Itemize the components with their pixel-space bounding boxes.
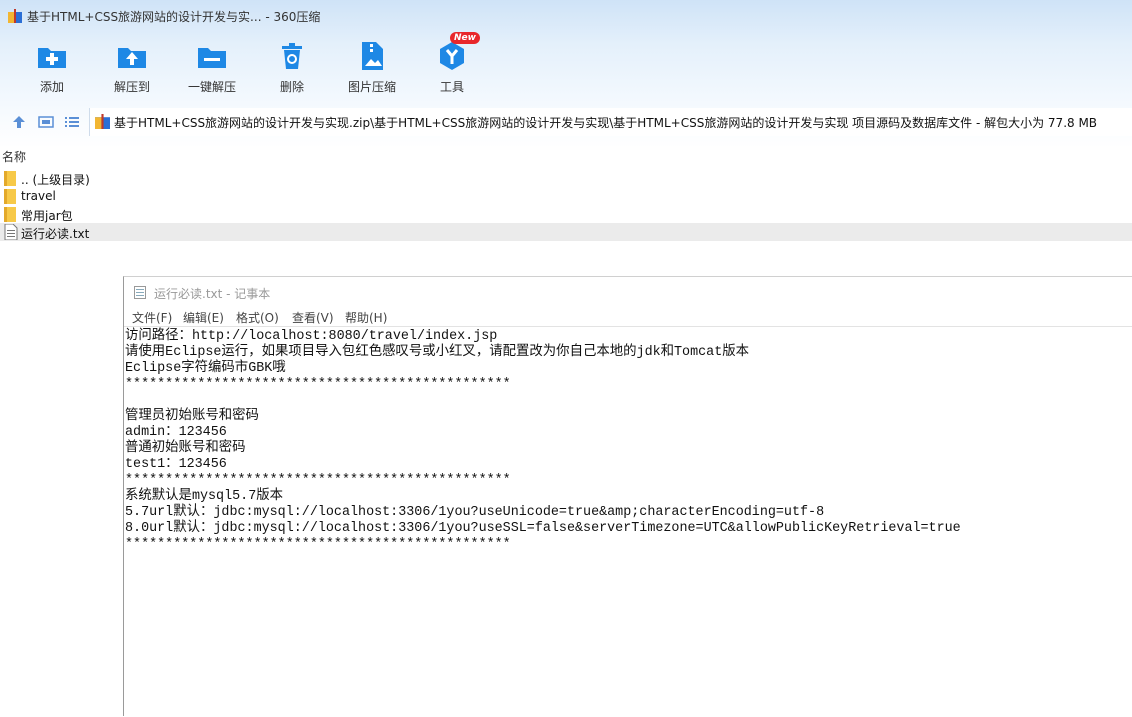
notepad-menu-bar: 文件(F) 编辑(E) 格式(O) 查看(V) 帮助(H) (124, 307, 1132, 327)
up-arrow-icon[interactable] (11, 114, 27, 130)
text-line: Eclipse字符编码市GBK哦 (125, 361, 286, 376)
text-line: ****************************************… (125, 473, 511, 488)
menu-format[interactable]: 格式(O) (236, 309, 279, 326)
list-item[interactable]: .. (上级目录) (0, 169, 1132, 187)
one-click-extract-button[interactable]: 一键解压 (172, 36, 252, 98)
extract-to-button[interactable]: 解压到 (92, 36, 172, 98)
tools-button[interactable]: New 工具 (412, 32, 492, 98)
new-badge: New (450, 32, 480, 44)
address-bar[interactable]: 基于HTML+CSS旅游网站的设计开发与实现.zip\基于HTML+CSS旅游网… (89, 108, 1132, 136)
text-file-icon (4, 224, 18, 240)
one-click-extract-icon (198, 48, 226, 68)
extract-to-label: 解压到 (113, 80, 150, 94)
tools-icon (440, 42, 464, 70)
add-folder-icon (38, 48, 66, 68)
file-name: .. (上级目录) (21, 173, 90, 187)
text-line: admin：123456 (125, 425, 227, 440)
text-line: 8.0url默认：jdbc:mysql://localhost:3306/1yo… (125, 521, 961, 536)
address-path: 基于HTML+CSS旅游网站的设计开发与实现.zip\基于HTML+CSS旅游网… (114, 116, 1098, 130)
file-list-header: 名称 (0, 148, 1132, 164)
text-line: ****************************************… (125, 537, 511, 552)
zip-app-icon (8, 9, 22, 23)
extract-to-icon (118, 48, 146, 68)
text-line: 访问路径：http://localhost:8080/travel/index.… (125, 329, 498, 344)
menu-help[interactable]: 帮助(H) (345, 309, 387, 326)
file-name: 运行必读.txt (21, 227, 90, 241)
notepad-text-area[interactable]: 访问路径：http://localhost:8080/travel/index.… (124, 326, 1132, 717)
navigation-bar: 基于HTML+CSS旅游网站的设计开发与实现.zip\基于HTML+CSS旅游网… (0, 108, 1132, 136)
column-name-header[interactable]: 名称 (2, 148, 26, 165)
add-button[interactable]: 添加 (12, 36, 92, 98)
file-list: .. (上级目录) travel 常用jar包 运行必读.txt (0, 169, 1132, 241)
main-toolbar: 添加 解压到 一键解压 删除 图片压缩 New 工具 (0, 32, 520, 98)
menu-view[interactable]: 查看(V) (292, 309, 334, 326)
list-item[interactable]: travel (0, 187, 1132, 205)
file-name: travel (21, 189, 56, 203)
trash-icon (282, 43, 302, 69)
text-line: 普通初始账号和密码 (125, 441, 246, 456)
folder-icon (4, 207, 16, 222)
notepad-title-bar[interactable]: 运行必读.txt - 记事本 (124, 277, 1132, 307)
add-label: 添加 (39, 80, 64, 94)
tools-label: 工具 (439, 80, 464, 94)
notepad-window: 运行必读.txt - 记事本 文件(F) 编辑(E) 格式(O) 查看(V) 帮… (123, 276, 1132, 717)
delete-button[interactable]: 删除 (252, 36, 332, 98)
thumbnail-view-icon[interactable] (38, 114, 54, 130)
text-line: 管理员初始账号和密码 (125, 409, 259, 424)
text-line: 请使用Eclipse运行，如果项目导入包红色感叹号或小红叉，请配置改为你自己本地… (125, 345, 750, 360)
list-item[interactable]: 常用jar包 (0, 205, 1132, 223)
list-view-icon[interactable] (64, 114, 80, 130)
delete-label: 删除 (279, 80, 304, 94)
image-compress-icon (362, 42, 383, 70)
notepad-icon (134, 286, 146, 299)
notepad-title: 运行必读.txt - 记事本 (154, 287, 271, 301)
zip-archive-icon (95, 114, 110, 129)
window-title: 基于HTML+CSS旅游网站的设计开发与实... - 360压缩 (27, 10, 321, 24)
folder-icon (4, 171, 16, 186)
text-line: test1：123456 (125, 457, 227, 472)
text-line: 系统默认是mysql5.7版本 (125, 489, 284, 504)
list-item[interactable]: 运行必读.txt (0, 223, 1132, 241)
menu-file[interactable]: 文件(F) (132, 309, 172, 326)
file-name: 常用jar包 (21, 209, 73, 223)
one-click-extract-label: 一键解压 (187, 80, 236, 94)
text-line: ****************************************… (125, 377, 511, 392)
title-bar[interactable]: 基于HTML+CSS旅游网站的设计开发与实... - 360压缩 (0, 0, 1132, 32)
menu-edit[interactable]: 编辑(E) (183, 309, 224, 326)
folder-icon (4, 189, 16, 204)
image-compress-button[interactable]: 图片压缩 (332, 36, 412, 98)
image-compress-label: 图片压缩 (347, 80, 396, 94)
text-line: 5.7url默认：jdbc:mysql://localhost:3306/1yo… (125, 505, 825, 520)
